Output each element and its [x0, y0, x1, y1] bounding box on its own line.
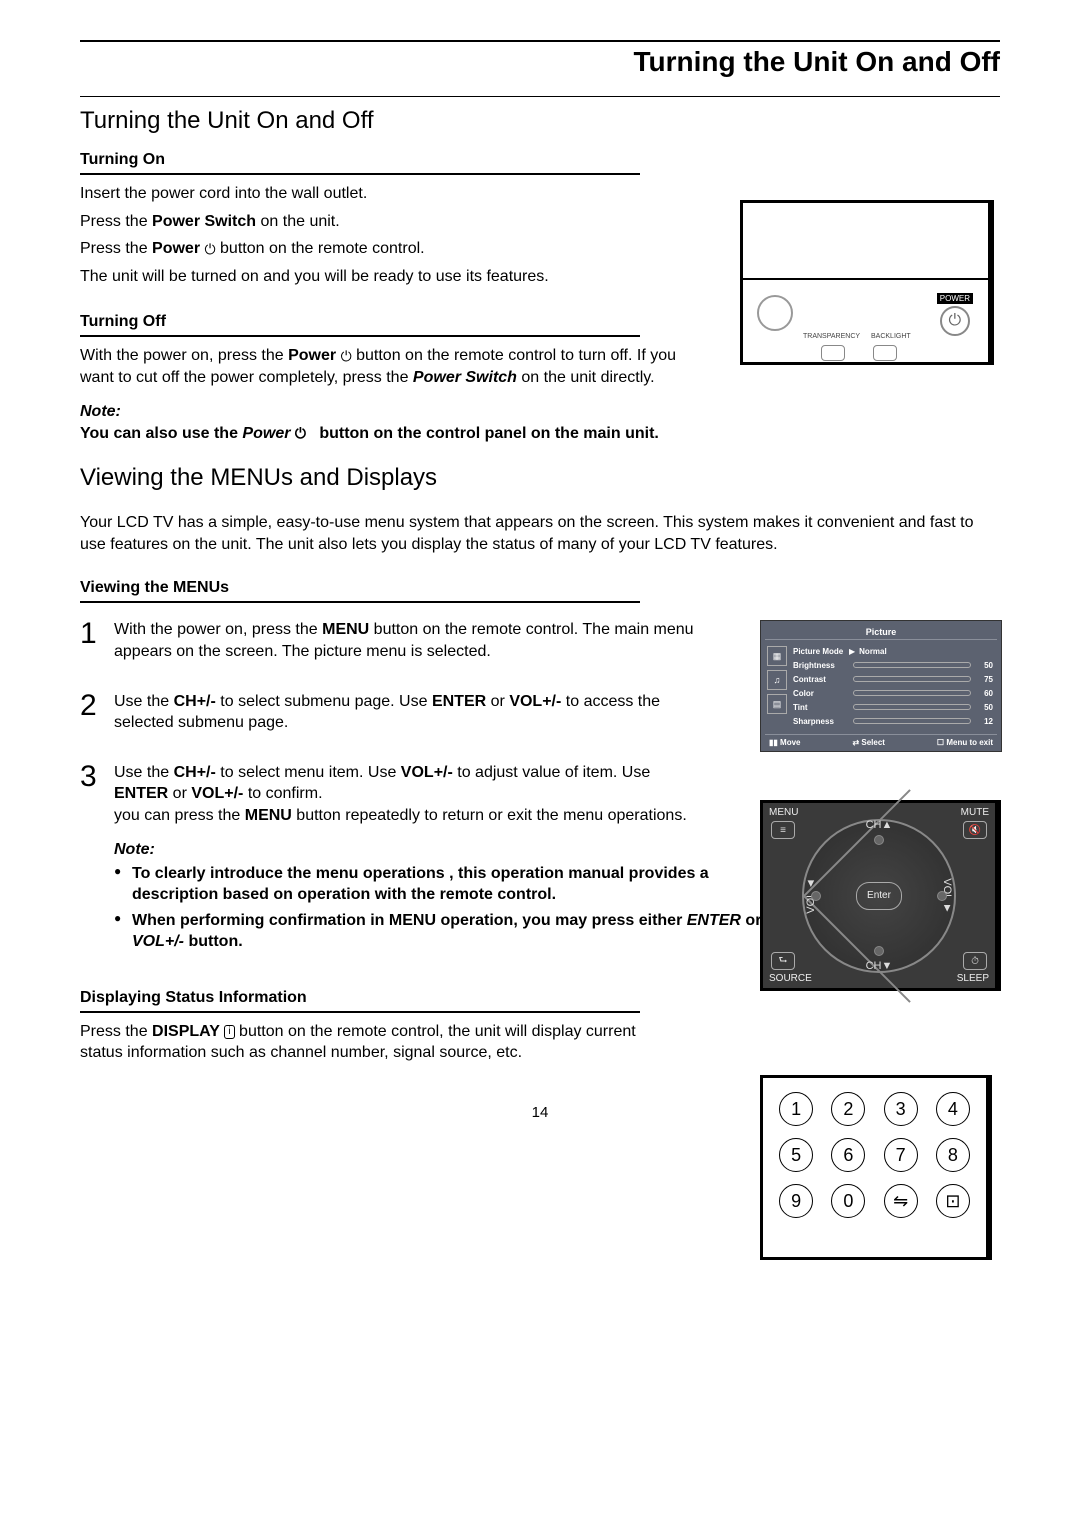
page-header-title: Turning the Unit On and Off [80, 46, 1000, 78]
turning-on-line3: Press the Power ⏻ button on the remote c… [80, 238, 700, 260]
keypad-9[interactable]: 9 [779, 1184, 813, 1218]
display-icon: i [224, 1025, 234, 1039]
keypad-5[interactable]: 5 [779, 1138, 813, 1172]
keypad-1[interactable]: 1 [779, 1092, 813, 1126]
pause-icon: ▮▮ [769, 738, 778, 747]
section-heading: Turning the Unit On and Off [80, 107, 1000, 135]
power-icon: ⏻ [295, 424, 306, 443]
sleep-icon[interactable]: ⏱ [963, 952, 987, 970]
mute-icon[interactable]: 🔇 [963, 821, 987, 839]
keypad-7[interactable]: 7 [884, 1138, 918, 1172]
status-info-body: Press the DISPLAY i button on the remote… [80, 1021, 660, 1064]
turning-on-line2: Press the Power Switch on the unit. [80, 211, 700, 233]
step-number-2: 2 [80, 691, 114, 721]
step-1-text: With the power on, press the MENU button… [114, 619, 700, 662]
dpad-sleep-label: SLEEP [957, 973, 989, 984]
keypad-0[interactable]: 0 [831, 1184, 865, 1218]
enter-button[interactable]: Enter [856, 882, 902, 910]
backlight-button[interactable] [873, 345, 897, 361]
step-number-3: 3 [80, 762, 114, 792]
keypad-8[interactable]: 8 [936, 1138, 970, 1172]
right-arrow-icon: ▶ [849, 647, 855, 656]
turning-on-line4: The unit will be turned on and you will … [80, 266, 700, 288]
turning-off-heading: Turning Off [80, 313, 700, 331]
note-body: You can also use the Power ⏻ button on t… [80, 423, 700, 445]
section2-intro: Your LCD TV has a simple, easy-to-use me… [80, 512, 1000, 555]
osd-tab-audio-icon: ♫ [767, 670, 787, 690]
ch-up-label[interactable]: CH▲ [866, 819, 893, 831]
osd-picture-mode-value: Normal [859, 647, 887, 656]
dpad-menu-label: MENU [769, 807, 798, 818]
keypad-figure: 1 2 3 4 5 6 7 8 9 0 ⇋ ⊡ [760, 1075, 1000, 1260]
step-3-text: Use the CH+/- to select menu item. Use V… [114, 762, 700, 827]
turning-off-body: With the power on, press the Power ⏻ but… [80, 345, 700, 388]
status-info-heading: Displaying Status Information [80, 989, 1000, 1007]
control-panel-figure: POWER ⏻ TRANSPARENCY BACKLIGHT [740, 200, 1000, 370]
keypad-display[interactable]: ⊡ [936, 1184, 970, 1218]
step3-note-label: Note: [114, 841, 794, 859]
turning-on-line1: Insert the power cord into the wall outl… [80, 183, 700, 205]
section2-heading: Viewing the MENUs and Displays [80, 464, 1000, 492]
menu-icon[interactable]: ≡ [771, 821, 795, 839]
note-bullet-2: When performing confirmation in MENU ope… [132, 910, 794, 953]
power-icon: ⏻ [341, 347, 352, 366]
power-icon: ⏻ [949, 312, 962, 330]
dpad-mute-label: MUTE [961, 807, 989, 818]
keypad-3[interactable]: 3 [884, 1092, 918, 1126]
panel-power-label: POWER [937, 293, 973, 304]
power-icon: ⏻ [205, 240, 216, 259]
panel-transparency-label: TRANSPARENCY [803, 333, 860, 340]
keypad-2[interactable]: 2 [831, 1092, 865, 1126]
step-2-text: Use the CH+/- to select submenu page. Us… [114, 691, 700, 734]
osd-title: Picture [765, 625, 997, 640]
menu-icon: ☐ [937, 738, 944, 747]
panel-backlight-label: BACKLIGHT [871, 333, 911, 340]
dpad-figure: MENU MUTE SOURCE SLEEP ≡ 🔇 ⮑ ⏱ Enter CH▲… [760, 800, 1000, 991]
keypad-4[interactable]: 4 [936, 1092, 970, 1126]
select-icon: ⇄ [852, 738, 859, 747]
note-label: Note: [80, 403, 700, 421]
keypad-6[interactable]: 6 [831, 1138, 865, 1172]
osd-tab-setup-icon: ▤ [767, 694, 787, 714]
step-number-1: 1 [80, 619, 114, 649]
viewing-menus-heading: Viewing the MENUs [80, 579, 1000, 597]
dpad-source-label: SOURCE [769, 973, 812, 984]
keypad-return[interactable]: ⇋ [884, 1184, 918, 1218]
osd-figure: Picture ▦ ♫ ▤ Picture Mode ▶ Normal Br [760, 620, 1000, 752]
note-bullet-1: To clearly introduce the menu operations… [132, 863, 794, 906]
ch-down-label[interactable]: CH▼ [866, 960, 893, 972]
osd-picture-mode-label: Picture Mode [793, 647, 849, 656]
source-icon[interactable]: ⮑ [771, 952, 795, 970]
osd-tab-picture-icon: ▦ [767, 646, 787, 666]
turning-on-heading: Turning On [80, 151, 700, 169]
transparency-button[interactable] [821, 345, 845, 361]
